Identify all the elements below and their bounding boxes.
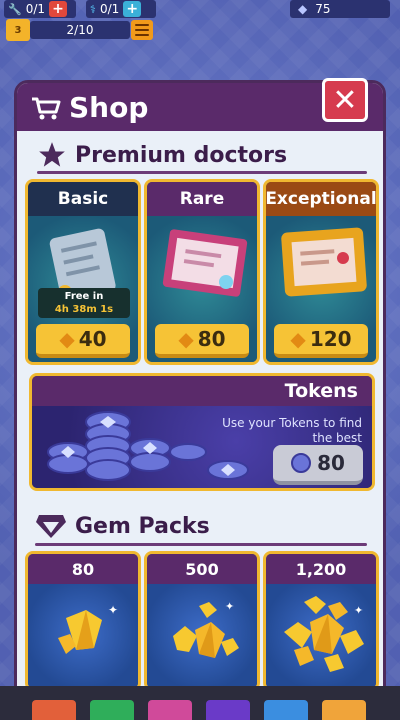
tokens-description: Use your Tokens to find the best — [222, 416, 362, 445]
basic-doctor-card[interactable]: Basic Free in 4h 38m 1s ◆ 40 — [25, 179, 141, 365]
tab-upgrades[interactable] — [206, 700, 250, 720]
gold-gems-icon: ✦ — [173, 600, 239, 658]
tools-count: 0/1 — [25, 2, 46, 16]
cart-icon — [32, 97, 61, 120]
diamond-icon — [36, 515, 66, 538]
card-label: Exceptional — [266, 182, 376, 216]
gem-pack-label: 80 — [28, 554, 138, 584]
gem-packs-title: Gem Packs — [75, 513, 210, 539]
section-divider — [35, 543, 367, 546]
gem-pack-label: 500 — [147, 554, 257, 584]
basic-price-button[interactable]: ◆ 40 — [36, 324, 130, 358]
token-coin-icon — [291, 453, 312, 473]
gems-count: 75 — [315, 2, 331, 16]
gold-frame-icon — [281, 227, 367, 297]
exceptional-doctor-card[interactable]: Exceptional ◆ 120 — [263, 179, 379, 365]
menu-button[interactable] — [131, 20, 153, 40]
gem-icon: ◆ — [59, 327, 75, 351]
level-progress: 2/10 — [30, 21, 130, 39]
doctor-icon: ⚕ — [90, 2, 96, 16]
price-value: 80 — [317, 451, 345, 475]
tab-offers[interactable] — [32, 700, 76, 720]
free-countdown: 4h 38m 1s — [54, 304, 114, 315]
doctors-count: 0/1 — [99, 2, 120, 16]
rare-doctor-card[interactable]: Rare ◆ 80 — [144, 179, 260, 365]
section-divider — [37, 171, 367, 174]
certificate-icon — [162, 229, 248, 297]
level-number: 3 — [14, 24, 22, 36]
price-value: 120 — [309, 327, 352, 351]
gem-pack-body: ✦ — [28, 584, 138, 688]
level-progress-text: 2/10 — [66, 23, 94, 37]
free-label: Free in — [64, 291, 104, 302]
gem-icon: ◆ — [298, 2, 308, 16]
gem-packs-heading: Gem Packs — [35, 513, 210, 539]
gem-pack-card[interactable]: 80 ✦ — [25, 551, 141, 691]
rare-price-button[interactable]: ◆ 80 — [155, 324, 249, 358]
card-label: Rare — [147, 182, 257, 216]
doctors-counter: ⚕ 0/1 + — [86, 0, 156, 18]
exceptional-price-button[interactable]: ◆ 120 — [274, 324, 368, 358]
gems-counter[interactable]: ◆ 75 — [290, 0, 390, 18]
price-value: 80 — [197, 327, 226, 351]
top-hud: 🔧 0/1 + ⚕ 0/1 + ◆ 75 3 2/10 — [0, 0, 400, 44]
gem-pack-card[interactable]: 1,200 ✦ — [263, 551, 379, 691]
free-timer: Free in 4h 38m 1s — [38, 288, 130, 318]
gem-pack-body: ✦ — [147, 584, 257, 688]
gem-pack-label: 1,200 — [266, 554, 376, 584]
tab-shop[interactable] — [322, 700, 366, 720]
tab-decor[interactable] — [148, 700, 192, 720]
star-icon — [39, 142, 65, 167]
shop-panel: Shop Premium doctors Basic Free in 4h 38… — [14, 80, 386, 720]
close-button[interactable]: ✕ — [322, 78, 368, 122]
gem-icon: ◆ — [290, 327, 306, 351]
wrench-icon: 🔧 — [8, 2, 22, 16]
gem-pack-body: ✦ — [266, 584, 376, 688]
card-body: ◆ 80 — [147, 216, 257, 362]
svg-text:✦: ✦ — [225, 600, 234, 613]
add-tools-button[interactable]: + — [49, 1, 68, 17]
close-icon: ✕ — [332, 82, 358, 118]
gold-gems-icon: ✦ — [58, 603, 118, 654]
add-doctors-button[interactable]: + — [123, 1, 142, 17]
svg-text:✦: ✦ — [108, 603, 118, 617]
tab-hospital[interactable] — [90, 700, 134, 720]
level-star-icon: 3 — [6, 19, 30, 41]
premium-doctors-title: Premium doctors — [75, 142, 288, 168]
price-value: 40 — [78, 327, 107, 351]
gem-icon: ◆ — [178, 327, 194, 351]
tokens-price-button[interactable]: 80 — [273, 445, 363, 485]
card-body: Free in 4h 38m 1s ◆ 40 — [28, 216, 138, 362]
tools-counter: 🔧 0/1 + — [4, 0, 76, 18]
tokens-title: Tokens — [284, 380, 358, 402]
card-label: Basic — [28, 182, 138, 216]
svg-text:✦: ✦ — [354, 604, 363, 617]
card-body: ◆ 120 — [266, 216, 376, 362]
gold-gems-icon: ✦ — [284, 596, 364, 672]
gem-pack-card[interactable]: 500 ✦ — [144, 551, 260, 691]
shop-title: Shop — [69, 91, 149, 124]
premium-doctors-heading: Premium doctors — [37, 141, 287, 169]
tab-events[interactable] — [264, 700, 308, 720]
